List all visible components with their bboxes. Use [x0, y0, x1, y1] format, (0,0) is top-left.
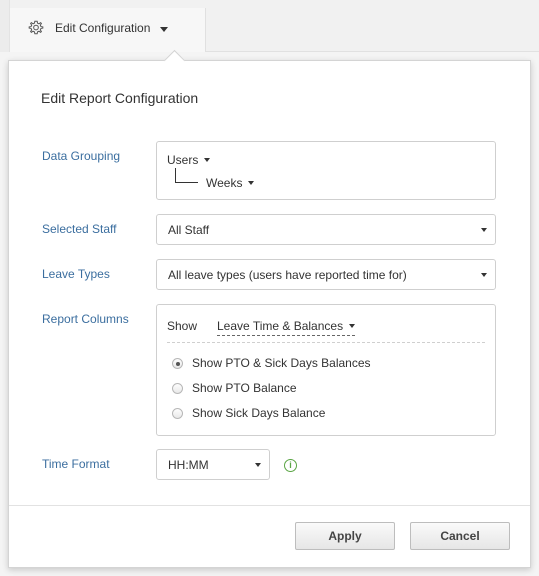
- radio-button[interactable]: [172, 358, 183, 369]
- show-label: Show: [167, 319, 198, 333]
- radio-label: Show PTO & Sick Days Balances: [192, 356, 371, 370]
- selected-staff-label: Selected Staff: [42, 222, 117, 236]
- leave-types-label: Leave Types: [42, 267, 110, 281]
- grouping-weeks-label: Weeks: [206, 176, 243, 190]
- radio-button[interactable]: [172, 408, 183, 419]
- chevron-down-icon: [255, 463, 261, 467]
- grouping-weeks-dropdown[interactable]: Weeks: [206, 176, 255, 190]
- time-format-label: Time Format: [42, 457, 110, 471]
- grouping-users-dropdown[interactable]: Users: [167, 153, 211, 167]
- show-columns-value: Leave Time & Balances: [217, 319, 344, 333]
- data-grouping-box: Users Weeks: [156, 141, 496, 200]
- report-columns-label: Report Columns: [42, 312, 129, 326]
- apply-button[interactable]: Apply: [295, 522, 395, 550]
- radio-label: Show Sick Days Balance: [192, 406, 326, 420]
- toolbar-left-strip: [0, 0, 10, 52]
- show-columns-dropdown[interactable]: Leave Time & Balances: [217, 319, 356, 336]
- leave-types-select[interactable]: All leave types (users have reported tim…: [156, 259, 496, 290]
- grouping-users-label: Users: [167, 153, 199, 167]
- leave-types-value: All leave types (users have reported tim…: [168, 268, 407, 282]
- chevron-down-icon: [349, 324, 356, 328]
- selected-staff-value: All Staff: [168, 223, 210, 237]
- chevron-down-icon: [481, 228, 487, 232]
- radio-option-pto-sick[interactable]: Show PTO & Sick Days Balances: [172, 356, 371, 370]
- edit-report-configuration-dialog: Edit Report Configuration Data Grouping …: [8, 49, 531, 568]
- dialog-pointer: [163, 49, 186, 72]
- report-columns-box: Show Leave Time & Balances Show PTO & Si…: [156, 304, 496, 436]
- chevron-down-icon: [160, 27, 168, 32]
- cancel-button[interactable]: Cancel: [410, 522, 510, 550]
- time-format-select[interactable]: HH:MM: [156, 449, 270, 480]
- chevron-down-icon: [204, 158, 211, 162]
- divider: [167, 342, 485, 343]
- radio-button[interactable]: [172, 383, 183, 394]
- footer-divider: [9, 505, 530, 506]
- chevron-down-icon: [481, 273, 487, 277]
- radio-option-pto[interactable]: Show PTO Balance: [172, 381, 297, 395]
- data-grouping-label: Data Grouping: [42, 149, 121, 163]
- tree-connector: [175, 168, 198, 183]
- toolbar: Edit Configuration: [0, 0, 539, 52]
- radio-option-sick[interactable]: Show Sick Days Balance: [172, 406, 325, 420]
- info-icon[interactable]: i: [284, 459, 297, 472]
- dialog-title: Edit Report Configuration: [41, 90, 199, 106]
- gear-icon: [28, 20, 44, 35]
- chevron-down-icon: [248, 181, 255, 185]
- selected-staff-select[interactable]: All Staff: [156, 214, 496, 245]
- edit-configuration-label: Edit Configuration: [55, 21, 151, 35]
- edit-configuration-button[interactable]: Edit Configuration: [10, 8, 206, 52]
- time-format-value: HH:MM: [168, 458, 209, 472]
- radio-label: Show PTO Balance: [192, 381, 297, 395]
